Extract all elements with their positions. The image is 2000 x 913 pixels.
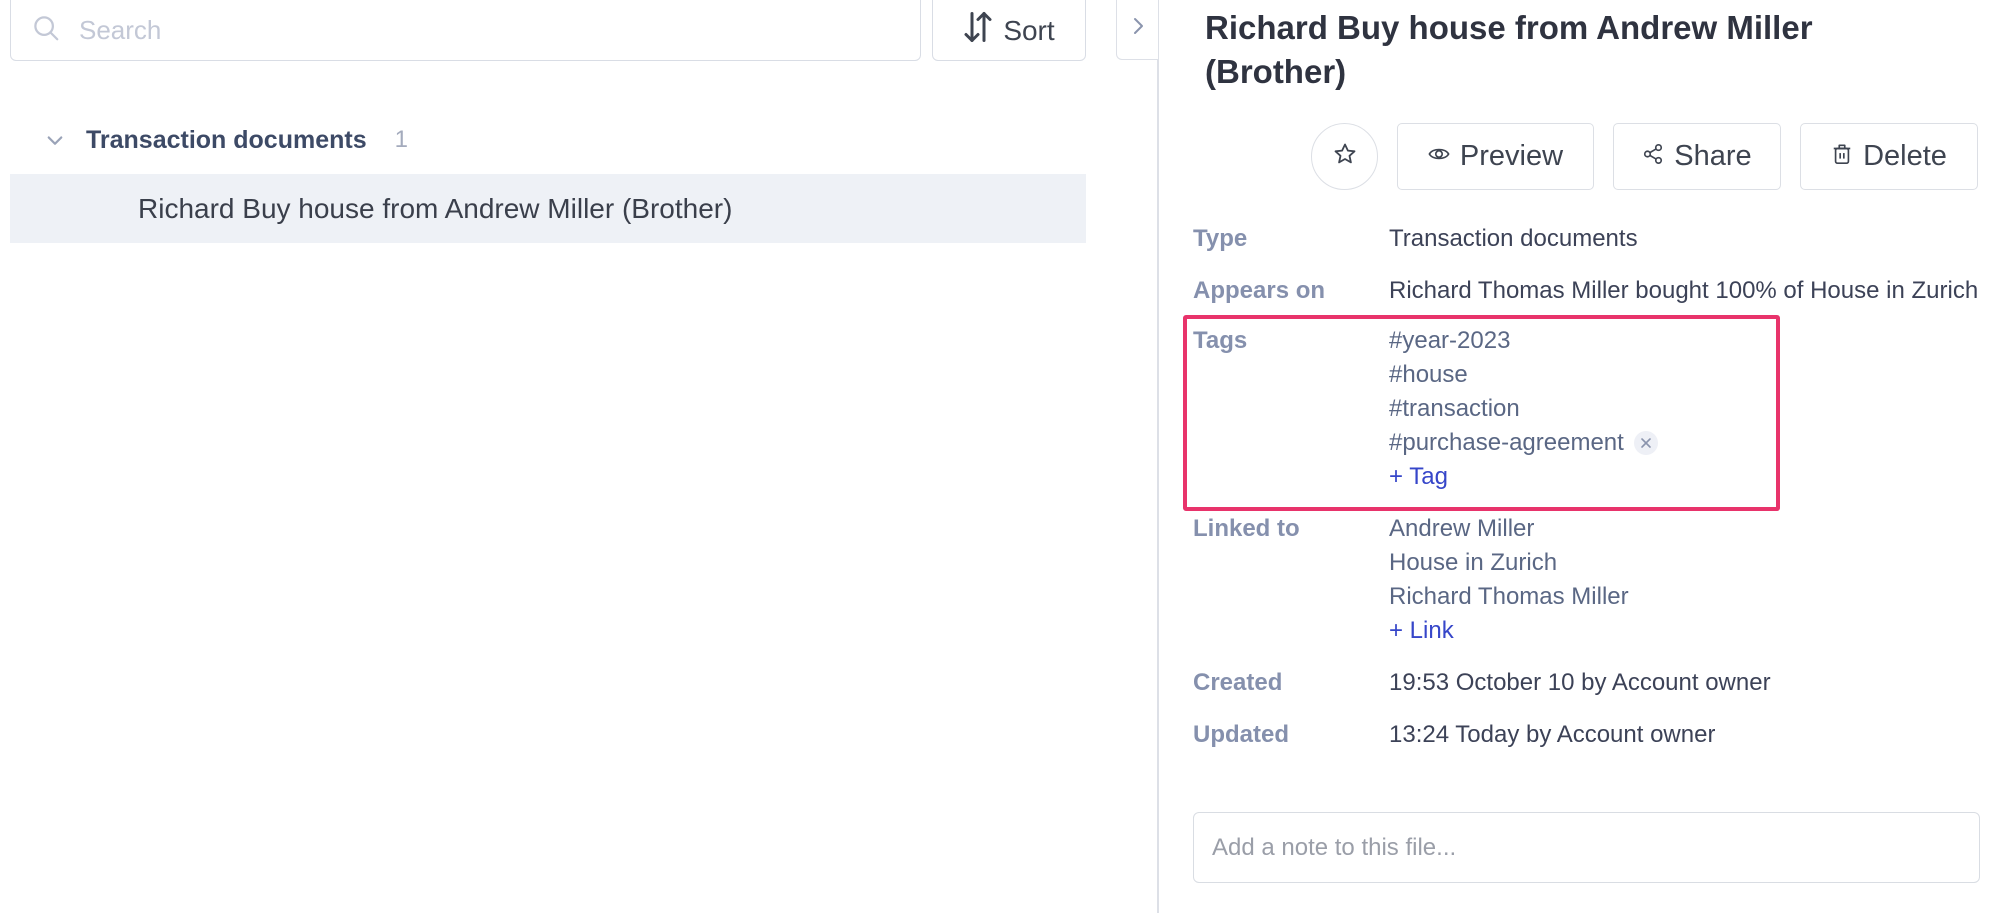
group-header-transaction-documents[interactable]: Transaction documents 1 [40,120,408,160]
group-label: Transaction documents [86,125,367,154]
linked-list: Andrew Miller House in Zurich Richard Th… [1389,512,1629,648]
tag-label: #year-2023 [1389,327,1511,354]
tag-label: #purchase-agreement [1389,429,1624,456]
property-label: Tags [1193,327,1248,354]
collapse-panel-button[interactable] [1116,0,1158,60]
group-count: 1 [394,126,408,153]
document-title: Richard Buy house from Andrew Miller (Br… [1205,9,1813,90]
sort-label: Sort [1003,14,1055,46]
tag-item[interactable]: #transaction [1389,392,1658,426]
tag-item[interactable]: #purchase-agreement [1389,426,1658,460]
close-icon [1641,438,1651,448]
share-icon [1642,140,1664,173]
search-field[interactable] [10,0,921,61]
property-label: Updated [1193,721,1289,748]
sort-icon [963,9,993,52]
star-icon [1333,142,1357,171]
tag-label: #house [1389,361,1468,388]
properties-list: Type Transaction documents Appears on Ri… [1193,222,1983,770]
sort-button[interactable]: Sort [932,0,1086,61]
linked-item[interactable]: House in Zurich [1389,546,1629,580]
property-linked-to: Linked to Andrew Miller House in Zurich … [1193,512,1983,648]
property-value: Transaction documents [1389,225,1638,252]
property-label: Appears on [1193,277,1326,304]
trash-icon [1831,140,1853,173]
favorite-button[interactable] [1311,123,1378,190]
tag-item[interactable]: #year-2023 [1389,324,1658,358]
property-appears-on: Appears on Richard Thomas Miller bought … [1193,274,1983,308]
property-tags: Tags #year-2023 #house #transaction #pur… [1193,324,1983,494]
action-bar: Preview Share Delete [1311,123,1978,190]
preview-button[interactable]: Preview [1397,123,1594,190]
property-label: Linked to [1193,515,1300,542]
property-label: Type [1193,225,1248,252]
delete-button[interactable]: Delete [1800,123,1978,190]
remove-tag-button[interactable] [1633,431,1658,455]
property-value: 13:24 Today by Account owner [1389,721,1716,748]
appears-on-link[interactable]: Richard Thomas Miller bought 100% of Hou… [1389,274,1978,308]
list-item[interactable]: Richard Buy house from Andrew Miller (Br… [10,174,1086,243]
search-input[interactable] [79,15,859,46]
panel-divider [1157,0,1159,913]
linked-item[interactable]: Andrew Miller [1389,512,1629,546]
property-type: Type Transaction documents [1193,222,1983,256]
note-input[interactable] [1212,833,1979,862]
share-label: Share [1674,140,1752,172]
tag-item[interactable]: #house [1389,358,1658,392]
tag-label: #transaction [1389,395,1520,422]
list-item-label: Richard Buy house from Andrew Miller (Br… [138,192,733,224]
note-field[interactable] [1193,812,1980,883]
preview-label: Preview [1459,140,1564,172]
eye-icon [1428,140,1450,173]
add-link-button[interactable]: + Link [1389,614,1629,648]
chevron-right-icon [1129,15,1147,42]
search-icon [31,13,61,48]
property-label: Created [1193,669,1283,696]
property-updated: Updated 13:24 Today by Account owner [1193,718,1983,752]
add-tag-button[interactable]: + Tag [1389,460,1658,494]
property-created: Created 19:53 October 10 by Account owne… [1193,666,1983,700]
property-value: 19:53 October 10 by Account owner [1389,669,1771,696]
linked-item[interactable]: Richard Thomas Miller [1389,580,1629,614]
delete-label: Delete [1863,140,1947,172]
tag-list: #year-2023 #house #transaction #purchase… [1389,324,1658,494]
chevron-down-icon[interactable] [40,125,70,155]
share-button[interactable]: Share [1613,123,1781,190]
